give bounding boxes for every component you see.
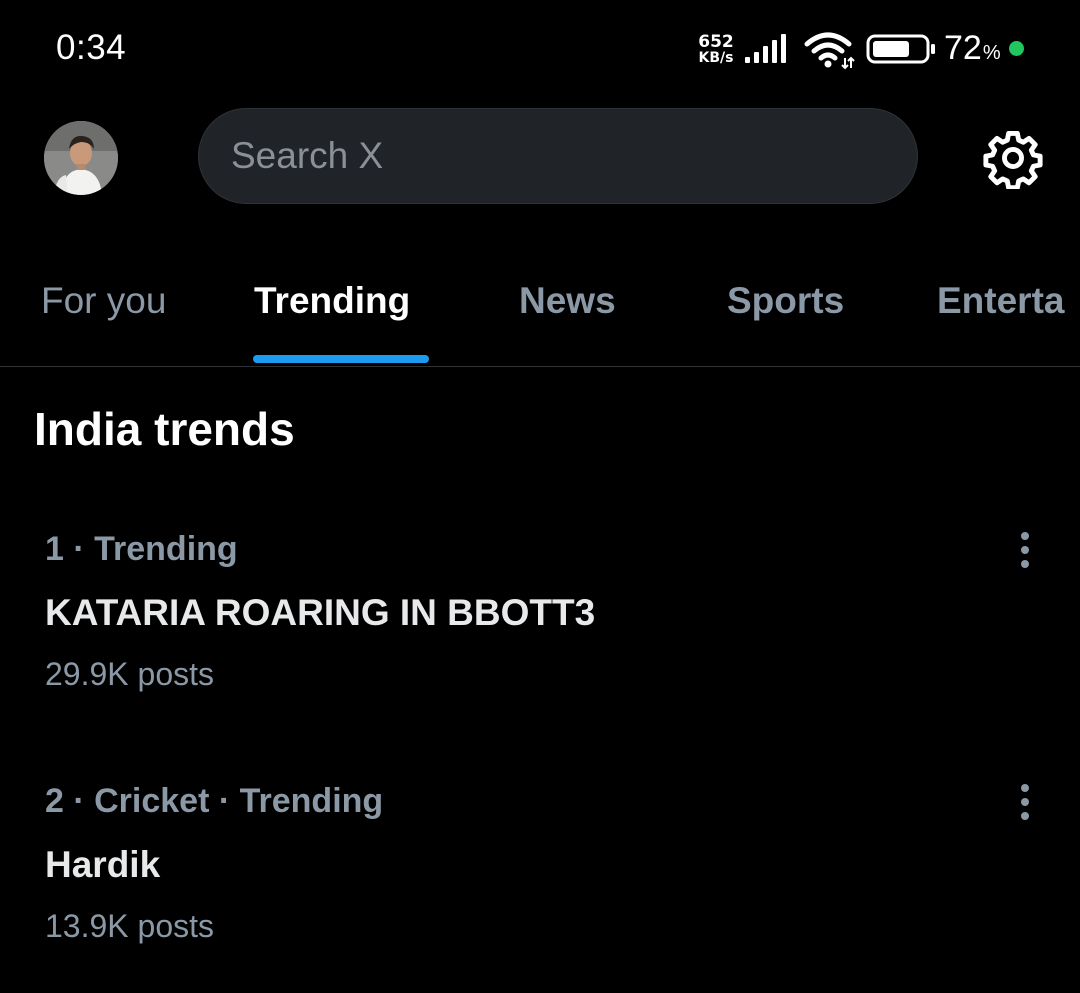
trend-item[interactable]: 2 · Cricket · Trending Hardik 13.9K post…	[0, 782, 1080, 982]
section-title: India trends	[34, 403, 295, 455]
network-speed: 652 KB/s	[694, 32, 738, 67]
top-bar	[0, 100, 1080, 220]
tab-for-you[interactable]: For you	[41, 280, 166, 322]
trend-item[interactable]: 1 · Trending KATARIA ROARING IN BBOTT3 2…	[0, 530, 1080, 730]
trend-post-count: 13.9K posts	[45, 908, 214, 944]
trend-meta: 2 · Cricket · Trending	[45, 782, 384, 820]
search-input[interactable]	[231, 109, 891, 203]
tab-entertainment[interactable]: Enterta	[937, 280, 1064, 322]
gear-icon[interactable]	[982, 127, 1044, 189]
battery-icon	[866, 34, 935, 64]
battery-percent-sign: %	[982, 42, 1001, 64]
trend-post-count: 29.9K posts	[45, 656, 214, 692]
trend-meta: 1 · Trending	[45, 530, 238, 568]
avatar-image	[44, 121, 118, 195]
cell-signal-icon	[745, 34, 786, 63]
profile-avatar[interactable]	[44, 121, 118, 195]
more-vertical-icon[interactable]	[1010, 782, 1040, 822]
battery-level-value: 72	[944, 29, 982, 67]
tab-news[interactable]: News	[519, 280, 616, 322]
trend-title: Hardik	[45, 844, 161, 885]
status-time: 0:34	[56, 28, 127, 67]
wifi-icon	[804, 32, 855, 70]
search-bar[interactable]	[198, 108, 918, 204]
tab-sports[interactable]: Sports	[727, 280, 844, 322]
tab-trending[interactable]: Trending	[254, 280, 410, 322]
battery-level: 72%	[944, 29, 1001, 68]
trend-title: KATARIA ROARING IN BBOTT3	[45, 592, 596, 633]
status-bar: 0:34 652 KB/s 72%	[0, 0, 1080, 100]
network-speed-value: 652	[698, 32, 734, 52]
network-speed-unit: KB/s	[698, 50, 734, 66]
active-tab-indicator	[253, 355, 429, 363]
privacy-indicator-dot	[1009, 41, 1024, 56]
more-vertical-icon[interactable]	[1010, 530, 1040, 570]
explore-tabs: For you Trending News Sports Enterta	[0, 260, 1080, 367]
